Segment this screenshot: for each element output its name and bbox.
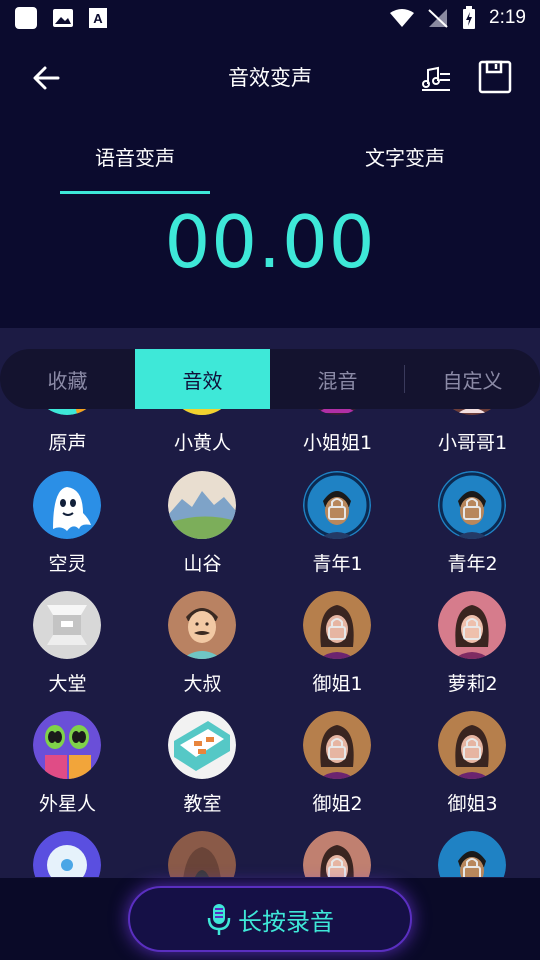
font-a-icon: A bbox=[89, 8, 107, 28]
mountain-valley-icon bbox=[168, 471, 236, 539]
locked-male-avatar-icon bbox=[452, 409, 492, 415]
locked-female-avatar-icon bbox=[303, 711, 371, 779]
original-voice-icon bbox=[47, 409, 94, 415]
segment-effects[interactable]: 音效 bbox=[135, 349, 270, 409]
effect-ethereal[interactable]: 空灵 bbox=[0, 469, 135, 589]
effect-row4-4[interactable] bbox=[405, 829, 540, 877]
effect-mature-lady-3[interactable]: 御姐3 bbox=[405, 709, 540, 829]
locked-female-avatar-icon bbox=[438, 591, 506, 659]
effect-row4-2[interactable] bbox=[135, 829, 270, 877]
effect-row4-3[interactable] bbox=[270, 829, 405, 877]
locked-male-avatar-icon bbox=[303, 471, 371, 539]
classroom-icon bbox=[168, 711, 236, 779]
effects-grid: 原声 小黄人 小姐姐1 小哥哥1 空灵 山谷 青年1 青年2 大堂 大叔 御姐1 bbox=[0, 409, 540, 877]
effect-hall[interactable]: 大堂 bbox=[0, 589, 135, 709]
locked-female-avatar-icon bbox=[317, 409, 357, 415]
battery-charging-icon bbox=[463, 6, 476, 29]
image-icon bbox=[53, 9, 73, 27]
segment-favorites[interactable]: 收藏 bbox=[0, 349, 135, 409]
music-list-icon[interactable] bbox=[420, 62, 452, 94]
notification-square-icon bbox=[15, 7, 37, 29]
effect-youth-2[interactable]: 青年2 bbox=[405, 469, 540, 589]
mode-tabs: 语音变声 文字变声 bbox=[0, 130, 540, 196]
save-icon[interactable] bbox=[478, 60, 512, 94]
effect-original[interactable]: 原声 bbox=[0, 409, 135, 469]
page-title: 音效变声 bbox=[228, 66, 312, 90]
locked-male-avatar-icon bbox=[438, 471, 506, 539]
segment-mix[interactable]: 混音 bbox=[270, 349, 405, 409]
effect-mature-lady-2[interactable]: 御姐2 bbox=[270, 709, 405, 829]
active-tab-indicator bbox=[60, 191, 210, 194]
app-bar: 音效变声 bbox=[0, 36, 540, 120]
tab-text-change[interactable]: 文字变声 bbox=[305, 142, 505, 171]
effect-valley[interactable]: 山谷 bbox=[135, 469, 270, 589]
no-signal-icon bbox=[428, 9, 448, 28]
record-button-label: 长按录音 bbox=[238, 907, 334, 936]
hold-to-record-button[interactable]: 长按录音 bbox=[128, 886, 412, 952]
effect-row4-1[interactable] bbox=[0, 829, 135, 877]
effect-classroom[interactable]: 教室 bbox=[135, 709, 270, 829]
effect-youth-1[interactable]: 青年1 bbox=[270, 469, 405, 589]
cave-icon bbox=[168, 831, 236, 877]
segment-custom[interactable]: 自定义 bbox=[405, 349, 540, 409]
record-timer: 00.00 bbox=[164, 200, 376, 284]
fan-swirl-icon bbox=[33, 831, 101, 877]
effect-minion[interactable]: 小黄人 bbox=[135, 409, 270, 469]
minion-icon bbox=[176, 409, 228, 415]
locked-female-avatar-icon bbox=[438, 711, 506, 779]
effect-mature-lady-1[interactable]: 御姐1 bbox=[270, 589, 405, 709]
effect-young-lady-1[interactable]: 小姐姐1 bbox=[270, 409, 405, 469]
alien-icon bbox=[33, 711, 101, 779]
locked-male-avatar-icon bbox=[438, 831, 506, 877]
locked-female-avatar-icon bbox=[303, 831, 371, 877]
category-segments: 收藏 音效 混音 自定义 bbox=[0, 349, 540, 409]
svg-text:A: A bbox=[93, 11, 103, 26]
locked-female-avatar-icon bbox=[303, 591, 371, 659]
hall-room-icon bbox=[33, 591, 101, 659]
bottom-bar: 长按录音 bbox=[0, 878, 540, 960]
status-bar: A 2:19 bbox=[0, 0, 540, 36]
tab-voice-change[interactable]: 语音变声 bbox=[35, 142, 235, 171]
ghost-icon bbox=[33, 471, 101, 539]
uncle-avatar-icon bbox=[168, 591, 236, 659]
effect-loli-2[interactable]: 萝莉2 bbox=[405, 589, 540, 709]
effect-alien[interactable]: 外星人 bbox=[0, 709, 135, 829]
wifi-icon bbox=[390, 9, 415, 27]
effect-uncle[interactable]: 大叔 bbox=[135, 589, 270, 709]
microphone-icon bbox=[207, 904, 231, 935]
status-time: 2:19 bbox=[489, 7, 526, 28]
effect-young-man-1[interactable]: 小哥哥1 bbox=[405, 409, 540, 469]
